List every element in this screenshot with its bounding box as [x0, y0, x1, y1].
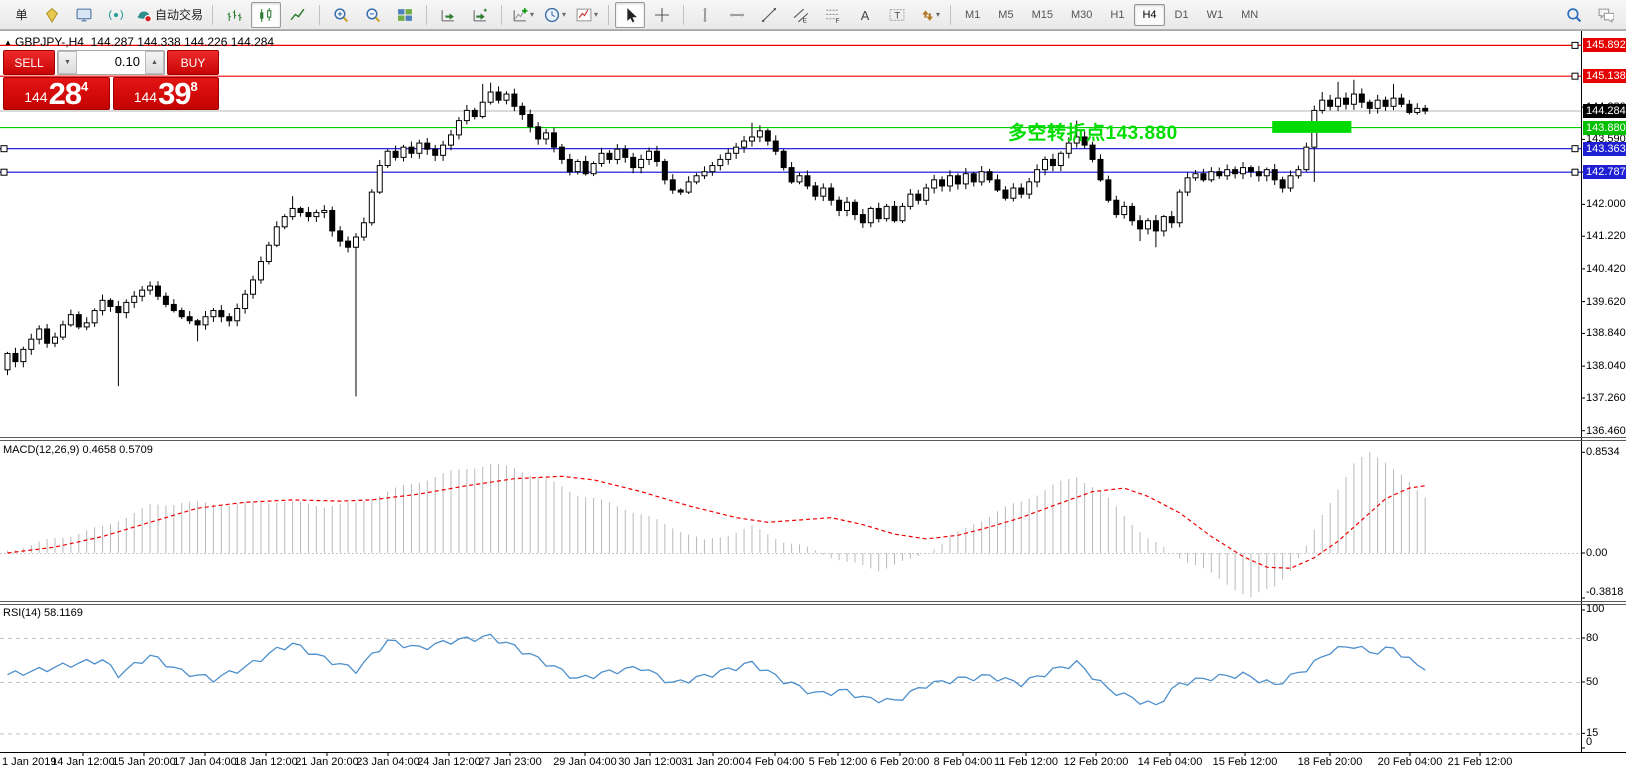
vertical-line-icon — [697, 7, 713, 23]
search-icon — [1566, 7, 1582, 23]
arrows-icon — [918, 7, 934, 23]
channel-icon: E — [793, 7, 809, 23]
arrows-button[interactable]: ▾ — [914, 2, 944, 28]
chat-button[interactable] — [1591, 2, 1621, 28]
sell-price-big-figure: 144 — [24, 89, 47, 105]
chat-icon — [1598, 7, 1614, 23]
timeframe-m15-button[interactable]: M15 — [1024, 4, 1061, 26]
toolbar-separator — [950, 5, 951, 25]
pivot-annotation-text: 多空转折点143.880 — [1008, 118, 1178, 145]
candlestick-button[interactable] — [251, 2, 281, 28]
signals-button[interactable] — [101, 2, 131, 28]
toolbar-separator — [319, 5, 320, 25]
timeframe-m5-button[interactable]: M5 — [990, 4, 1021, 26]
toolbar-separator — [212, 5, 213, 25]
signals-icon — [108, 7, 124, 23]
chart-shift-button[interactable] — [465, 2, 495, 28]
svg-text:T: T — [894, 10, 900, 21]
indicators-icon — [512, 7, 528, 23]
chart-window: 144.380143.590142.790142.000141.220140.4… — [0, 30, 1626, 778]
channel-button[interactable]: E — [786, 2, 816, 28]
zoom-out-button[interactable] — [358, 2, 388, 28]
volume-increase-button[interactable]: ▲ — [145, 51, 164, 74]
bar-chart-icon — [226, 7, 242, 23]
timeframe-w1-button[interactable]: W1 — [1199, 4, 1232, 26]
timeframe-h4-button[interactable]: H4 — [1134, 4, 1164, 26]
zoom-in-button[interactable] — [326, 2, 356, 28]
crosshair-button[interactable] — [647, 2, 677, 28]
text-button[interactable]: A — [850, 2, 880, 28]
cursor-button[interactable] — [615, 2, 645, 28]
volume-decrease-button[interactable]: ▼ — [58, 51, 77, 74]
volume-input[interactable]: 0.10 — [77, 51, 145, 74]
one-click-trading-panel: SELL ▼ 0.10 ▲ BUY 144 28 4 144 39 8 — [3, 50, 219, 110]
toolbar-separator — [683, 5, 684, 25]
svg-text:E: E — [803, 17, 807, 23]
buy-price-box[interactable]: 144 39 8 — [113, 77, 220, 110]
fibonacci-button[interactable]: F — [818, 2, 848, 28]
svg-text:F: F — [836, 18, 840, 23]
fibonacci-icon: F — [825, 7, 841, 23]
buy-price-pips: 39 — [158, 79, 190, 108]
indicators-button[interactable]: ▾ — [508, 2, 538, 28]
sell-price-pips: 28 — [49, 79, 81, 108]
auto-scroll-icon — [440, 7, 456, 23]
timeframe-m1-button[interactable]: M1 — [957, 4, 988, 26]
label-icon: T — [889, 7, 905, 23]
symbols-icon — [44, 7, 60, 23]
crosshair-icon — [654, 7, 670, 23]
candlestick-icon — [258, 7, 274, 23]
periods-button[interactable]: ▾ — [540, 2, 570, 28]
sell-price-point: 4 — [81, 79, 88, 94]
auto-scroll-button[interactable] — [433, 2, 463, 28]
zoom-out-icon — [365, 7, 381, 23]
tile-windows-icon — [397, 7, 413, 23]
timeframe-m30-button[interactable]: M30 — [1063, 4, 1100, 26]
toolbar-separator — [426, 5, 427, 25]
chart-canvas[interactable] — [0, 0, 1626, 778]
line-chart-icon — [290, 7, 306, 23]
search-button[interactable] — [1559, 2, 1589, 28]
vertical-line-button[interactable] — [690, 2, 720, 28]
chart-shift-icon — [472, 7, 488, 23]
new-order-button[interactable]: 单 — [5, 2, 35, 28]
label-button[interactable]: T — [882, 2, 912, 28]
main-toolbar: 单自动交易▾▾▾EFAT▾M1M5M15M30H1H4D1W1MN — [0, 0, 1626, 30]
horizontal-line-icon — [729, 7, 745, 23]
line-chart-button[interactable] — [283, 2, 313, 28]
symbols-button[interactable] — [37, 2, 67, 28]
ohlc-values: 144.287 144.338 144.226 144.284 — [91, 35, 275, 49]
templates-button[interactable]: ▾ — [572, 2, 602, 28]
chart-window-button[interactable] — [69, 2, 99, 28]
tile-windows-button[interactable] — [390, 2, 420, 28]
sell-button[interactable]: SELL — [3, 50, 55, 75]
chart-window-icon — [76, 7, 92, 23]
panel-collapse-icon[interactable]: ▲ — [4, 38, 12, 47]
cursor-icon — [622, 7, 638, 23]
symbol-period-label: GBPJPY-,H4 — [15, 35, 84, 49]
timeframe-mn-button[interactable]: MN — [1233, 4, 1266, 26]
horizontal-line-button[interactable] — [722, 2, 752, 28]
zoom-in-icon — [333, 7, 349, 23]
sell-price-box[interactable]: 144 28 4 — [3, 77, 110, 110]
chart-title: GBPJPY-,H4 144.287 144.338 144.226 144.2… — [15, 35, 274, 49]
timeframe-h1-button[interactable]: H1 — [1102, 4, 1132, 26]
autotrading-button[interactable]: 自动交易 — [133, 2, 206, 28]
toolbar-separator — [501, 5, 502, 25]
text-icon: A — [857, 7, 873, 23]
trendline-icon — [761, 7, 777, 23]
buy-price-point: 8 — [191, 79, 198, 94]
templates-icon — [576, 7, 592, 23]
bar-chart-button[interactable] — [219, 2, 249, 28]
autotrading-icon — [136, 7, 152, 23]
svg-text:A: A — [861, 7, 870, 22]
timeframe-d1-button[interactable]: D1 — [1167, 4, 1197, 26]
buy-button[interactable]: BUY — [167, 50, 219, 75]
mt4-terminal: 单自动交易▾▾▾EFAT▾M1M5M15M30H1H4D1W1MN 144.38… — [0, 0, 1626, 778]
buy-price-big-figure: 144 — [134, 89, 157, 105]
periods-icon — [544, 7, 560, 23]
toolbar-separator — [608, 5, 609, 25]
trendline-button[interactable] — [754, 2, 784, 28]
volume-spinner: ▼ 0.10 ▲ — [57, 50, 165, 75]
